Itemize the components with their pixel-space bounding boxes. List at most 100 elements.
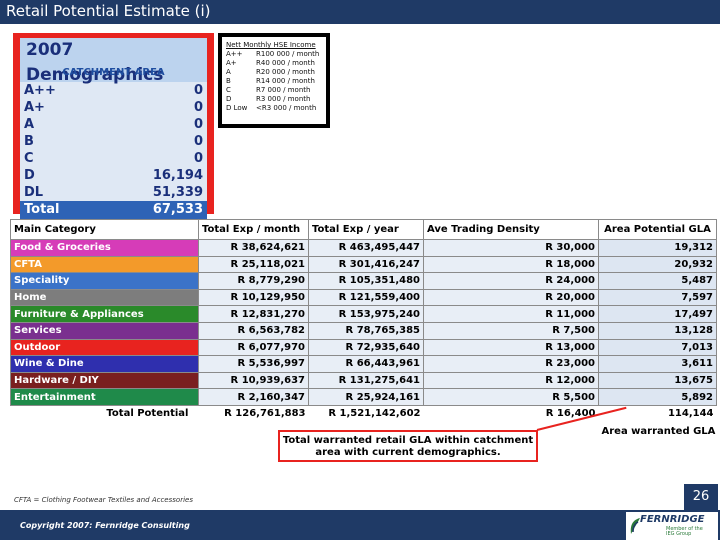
exp-month-cell: R 6,563,782 bbox=[198, 321, 309, 340]
exp-year-cell: R 131,275,641 bbox=[308, 371, 424, 390]
demographics-total-label: Total bbox=[24, 202, 60, 217]
category-cell: Furniture & Appliances bbox=[10, 305, 199, 323]
table-row: Services R 6,563,782 R 78,765,385 R 7,500 13… bbox=[10, 321, 717, 340]
logo-subtext: Member of the IEG Group bbox=[666, 527, 703, 537]
exp-year-cell: R 463,495,447 bbox=[308, 239, 424, 257]
demographics-row: A0 bbox=[20, 116, 207, 133]
gla-cell: 13,675 bbox=[598, 371, 717, 390]
income-row: A R20 000 / month bbox=[226, 68, 322, 77]
income-range: R100 000 / month bbox=[256, 50, 320, 58]
category-cell: Food & Groceries bbox=[10, 239, 199, 257]
demographics-total-row: Total 67,533 bbox=[20, 201, 207, 219]
income-range: R40 000 / month bbox=[256, 59, 315, 67]
demographics-row: D 16,194 bbox=[20, 167, 207, 184]
exp-year-cell: R 25,924,161 bbox=[308, 388, 424, 406]
demographics-group: A+ bbox=[24, 100, 45, 115]
demographics-group: D bbox=[24, 168, 35, 183]
exp-month-cell: R 8,779,290 bbox=[198, 272, 309, 290]
density-cell: R 12,000 bbox=[423, 371, 599, 390]
exp-month-cell: R 6,077,970 bbox=[198, 338, 309, 357]
income-range: R7 000 / month bbox=[256, 86, 311, 94]
income-group: C bbox=[226, 86, 231, 94]
exp-year-cell: R 153,975,240 bbox=[308, 305, 424, 323]
retail-potential-table: Main Category Total Exp / month Total Ex… bbox=[10, 219, 717, 441]
copyright-text: Copyright 2007: Fernridge Consulting bbox=[20, 521, 190, 530]
density-cell: R 13,000 bbox=[423, 338, 599, 357]
density-cell: R 30,000 bbox=[423, 239, 599, 257]
demographics-group: A bbox=[24, 117, 35, 132]
income-legend: Nett Monthly HSE Income A++ R100 000 / mo… bbox=[218, 33, 330, 128]
income-group: A+ bbox=[226, 59, 237, 67]
income-range: <R3 000 / month bbox=[256, 104, 317, 112]
table-header-row: Main Category Total Exp / month Total Ex… bbox=[10, 219, 717, 240]
exp-year-cell: R 78,765,385 bbox=[308, 321, 424, 340]
income-group: B bbox=[226, 77, 231, 85]
density-cell: R 5,500 bbox=[423, 388, 599, 406]
category-cell: Services bbox=[10, 321, 199, 340]
header-ave-trading-density: Ave Trading Density bbox=[423, 219, 599, 240]
category-cell: Wine & Dine bbox=[10, 355, 199, 373]
gla-cell: 13,128 bbox=[598, 321, 717, 340]
exp-month-cell: R 38,624,621 bbox=[198, 239, 309, 257]
table-row: CFTA R 25,118,021 R 301,416,247 R 18,000 20,… bbox=[10, 255, 717, 274]
gla-cell: 7,597 bbox=[598, 288, 717, 307]
gla-cell: 19,312 bbox=[598, 239, 717, 257]
demographics-total-value: 67,533 bbox=[152, 202, 203, 217]
demographics-row: B0 bbox=[20, 133, 207, 150]
income-range: R3 000 / month bbox=[256, 95, 311, 103]
category-cell: Speciality bbox=[10, 272, 199, 290]
warranted-gla-callout: Total warranted retail GLA within catchm… bbox=[278, 430, 538, 462]
exp-year-cell: R 72,935,640 bbox=[308, 338, 424, 357]
gla-cell: 20,932 bbox=[598, 255, 717, 274]
density-cell: R 7,500 bbox=[423, 321, 599, 340]
exp-year-cell: R 301,416,247 bbox=[308, 255, 424, 274]
gla-cell: 5,487 bbox=[598, 272, 717, 290]
income-range: R20 000 / month bbox=[256, 68, 315, 76]
density-cell: R 11,000 bbox=[423, 305, 599, 323]
income-row: D R3 000 / month bbox=[226, 95, 322, 104]
demographics-rows: A++ 0 A+ 0 A 0 B 0 C 0 D 16,194 DL 51,339 bbox=[20, 82, 207, 201]
income-group: A++ bbox=[226, 50, 243, 58]
total-row: Total Potential R 126,761,883 R 1,521,142,… bbox=[10, 405, 717, 423]
income-row: A++ R100 000 / month bbox=[226, 50, 322, 59]
demographics-value: 0 bbox=[193, 117, 203, 132]
cfta-footnote: CFTA = Clothing Footwear Textiles and Ac… bbox=[14, 496, 193, 504]
warranted-gla-label: Area warranted GLA bbox=[598, 422, 717, 441]
exp-month-cell: R 10,129,950 bbox=[198, 288, 309, 307]
exp-month-cell: R 12,831,270 bbox=[198, 305, 309, 323]
gla-cell: 3,611 bbox=[598, 355, 717, 373]
total-year: R 1,521,142,602 bbox=[308, 405, 424, 423]
demographics-value: 0 bbox=[193, 151, 203, 166]
demographics-group: B bbox=[24, 134, 34, 149]
demographics-panel: 2007 Demographics CATCHMENT AREA A++0A+0… bbox=[13, 33, 214, 219]
gla-cell: 7,013 bbox=[598, 338, 717, 357]
income-row: A+ R40 000 / month bbox=[226, 59, 322, 68]
header-main-category: Main Category bbox=[10, 219, 199, 240]
table-row: Hardware / DIY R 10,939,637 R 131,275,641 R… bbox=[10, 371, 717, 390]
density-cell: R 23,000 bbox=[423, 355, 599, 373]
income-row: B R14 000 / month bbox=[226, 77, 322, 86]
demographics-row: C0 bbox=[20, 150, 207, 167]
demographics-row: DL 51,339 bbox=[20, 184, 207, 201]
exp-year-cell: R 66,443,961 bbox=[308, 355, 424, 373]
total-gla: 114,144 bbox=[598, 405, 717, 423]
density-cell: R 20,000 bbox=[423, 288, 599, 307]
demographics-group: DL bbox=[24, 185, 44, 200]
category-cell: Outdoor bbox=[10, 338, 199, 357]
income-legend-title: Nett Monthly HSE Income bbox=[226, 41, 316, 49]
table-row: Entertainment R 2,160,347 R 25,924,161 R 5,… bbox=[10, 388, 717, 406]
exp-month-cell: R 2,160,347 bbox=[198, 388, 309, 406]
income-row: D Low <R3 000 / month bbox=[226, 104, 322, 113]
income-group: D Low bbox=[226, 104, 248, 112]
header-area-potential-gla: Area Potential GLA bbox=[598, 219, 717, 240]
demographics-row: A+ 0 bbox=[20, 99, 207, 116]
exp-month-cell: R 10,939,637 bbox=[198, 371, 309, 390]
demographics-value: 51,339 bbox=[152, 185, 203, 200]
table-row: Wine & Dine R 5,536,997 R 66,443,961 R 23,0… bbox=[10, 355, 717, 373]
exp-year-cell: R 121,559,400 bbox=[308, 288, 424, 307]
table-row: Speciality R 8,779,290 R 105,351,480 R 24,0… bbox=[10, 272, 717, 290]
exp-year-cell: R 105,351,480 bbox=[308, 272, 424, 290]
page-number: 26 bbox=[684, 484, 718, 510]
demographics-value: 16,194 bbox=[152, 168, 203, 183]
category-cell: Home bbox=[10, 288, 199, 307]
